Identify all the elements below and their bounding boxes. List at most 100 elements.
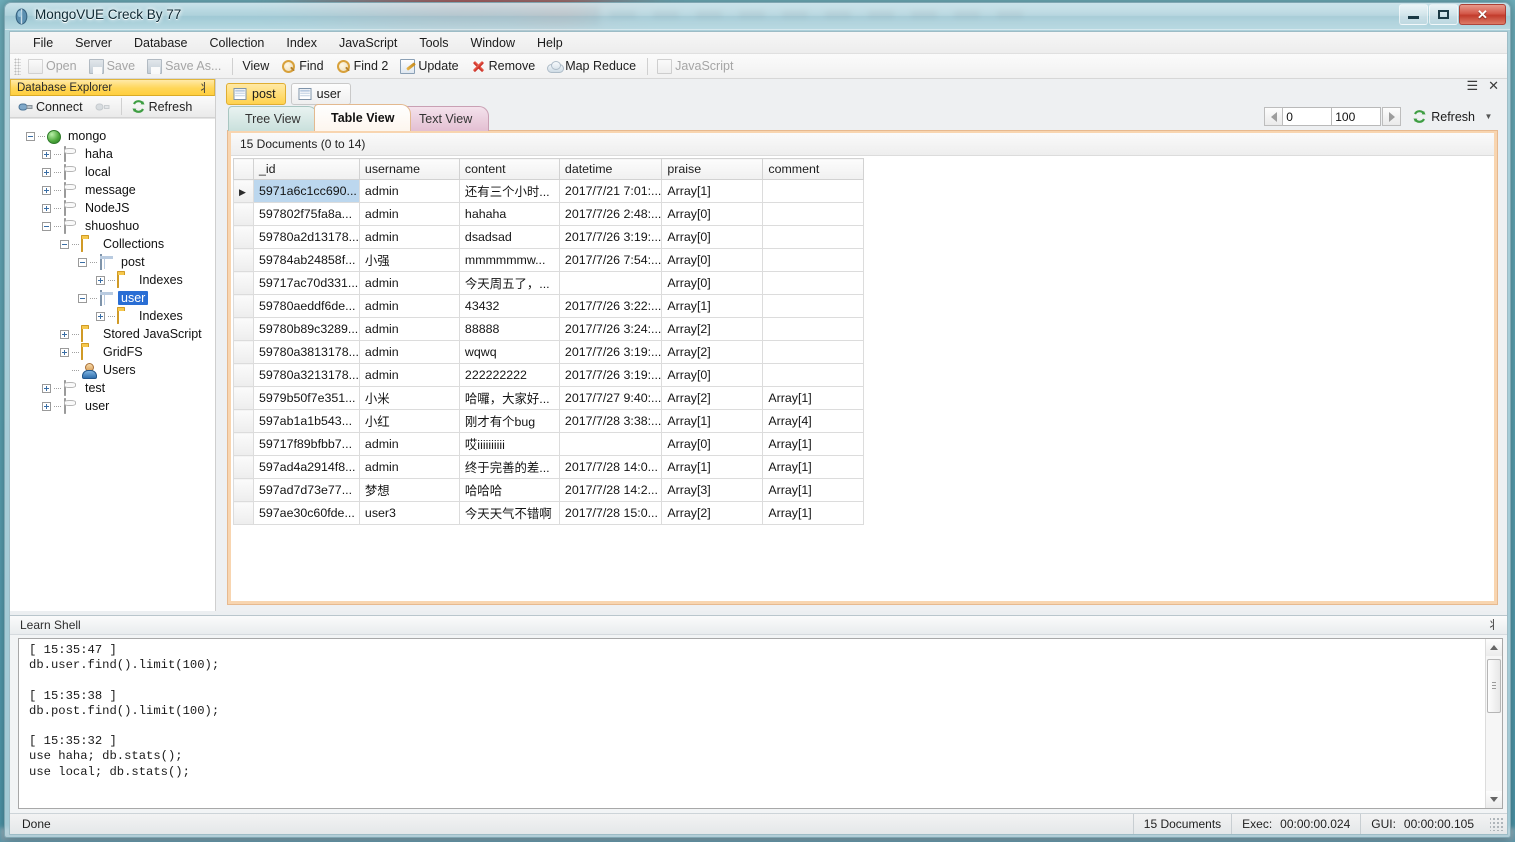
cell-comment[interactable] [762,179,865,203]
cell-datetime[interactable]: 2017/7/26 3:19:... [558,363,663,387]
cell-id[interactable]: 59784ab24858f... [253,248,360,272]
cell-content[interactable]: 88888 [458,317,560,341]
cell-praise[interactable]: Array[2] [661,317,764,341]
tree-node-haha[interactable]: haha [10,145,215,163]
cell-datetime[interactable]: 2017/7/28 15:0... [558,501,663,525]
cell-id[interactable]: 597ad4a2914f8... [253,455,360,479]
tab-list-menu-icon[interactable]: ☰ [1466,79,1478,92]
cell-content[interactable]: dsadsad [458,225,560,249]
toolbar-find-button[interactable]: Find [276,56,330,77]
cell-content[interactable]: 还有三个小时... [458,179,560,203]
cell-content[interactable]: 今天天气不错啊 [458,501,560,525]
tree-node-post[interactable]: post [10,253,215,271]
row-selector[interactable] [233,202,254,226]
cell-id[interactable]: 597ab1a1b543... [253,409,360,433]
shell-vertical-scrollbar[interactable] [1485,639,1502,808]
database-tree[interactable]: mongo haha local message NodeJS shuoshuo… [10,118,215,611]
cell-comment[interactable] [762,271,865,295]
expander-plus-icon[interactable] [96,311,105,321]
menu-collection[interactable]: Collection [199,34,276,52]
toolbar-view-button[interactable]: View [237,56,276,77]
tree-node-gridfs[interactable]: GridFS [10,343,215,361]
cell-username[interactable]: 小米 [358,386,460,410]
table-row[interactable]: 597ab1a1b543... 小红 刚才有个bug 2017/7/28 3:3… [233,409,865,433]
toolbar-remove-button[interactable]: Remove [466,56,543,77]
menu-index[interactable]: Index [275,34,328,52]
learn-shell-body[interactable]: [ 15:35:47 ] db.user.find().limit(100); … [18,638,1503,809]
row-selector[interactable] [233,271,254,295]
expander-minus-icon[interactable] [78,293,87,303]
table-row[interactable]: 59780a3813178... admin wqwq 2017/7/26 3:… [233,340,865,364]
expander-minus-icon[interactable] [60,239,69,249]
expander-plus-icon[interactable] [42,149,51,159]
row-selector[interactable] [233,386,254,410]
row-selector[interactable] [233,501,254,525]
cell-datetime[interactable]: 2017/7/28 14:2... [558,478,663,502]
cell-comment[interactable]: Array[1] [762,478,865,502]
cell-content[interactable]: 222222222 [458,363,560,387]
cell-username[interactable]: admin [358,225,460,249]
tree-node-user-db[interactable]: user [10,397,215,415]
tree-node-collections[interactable]: Collections [10,235,215,253]
row-selector[interactable] [233,363,254,387]
cell-id[interactable]: 59780aeddf6de... [253,294,360,318]
toolbar-find2-button[interactable]: Find 2 [331,56,396,77]
close-tab-icon[interactable]: ✕ [1488,79,1499,92]
tree-node-users[interactable]: Users [10,361,215,379]
expander-minus-icon[interactable] [42,221,51,231]
cell-praise[interactable]: Array[0] [661,432,764,456]
limit-input[interactable] [1332,107,1382,126]
pin-icon[interactable]: 丬 [1487,619,1499,631]
cell-datetime[interactable]: 2017/7/26 3:19:... [558,340,663,364]
cell-id[interactable]: 59717f89bfbb7... [253,432,360,456]
cell-datetime[interactable]: 2017/7/26 3:24:... [558,317,663,341]
cell-content[interactable]: 刚才有个bug [458,409,560,433]
cell-username[interactable]: user3 [358,501,460,525]
connect-button[interactable]: Connect [13,96,90,117]
tab-table-view[interactable]: Table View [314,104,412,131]
cell-id[interactable]: 597802f75fa8a... [253,202,360,226]
row-selector[interactable] [233,317,254,341]
cell-username[interactable]: 小红 [358,409,460,433]
row-selector[interactable] [233,409,254,433]
cell-username[interactable]: admin [358,363,460,387]
cell-praise[interactable]: Array[0] [661,271,764,295]
menu-help[interactable]: Help [526,34,574,52]
tree-node-mongo[interactable]: mongo [10,127,215,145]
expander-plus-icon[interactable] [96,275,105,285]
document-tab-user[interactable]: user [290,82,351,105]
expander-plus-icon[interactable] [42,185,51,195]
cell-id[interactable]: 59780a3213178... [253,363,360,387]
tree-node-test[interactable]: test [10,379,215,397]
column-header-datetime[interactable]: datetime [558,158,663,180]
table-row[interactable]: ▶ 5971a6c1cc690... admin 还有三个小时... 2017/… [233,179,865,203]
cell-content[interactable]: 哈哈哈 [458,478,560,502]
cell-username[interactable]: 梦想 [358,478,460,502]
table-row[interactable]: 59717ac70d331... admin 今天周五了，... Array[0… [233,271,865,295]
menu-window[interactable]: Window [460,34,526,52]
table-row[interactable]: 597ad7d73e77... 梦想 哈哈哈 2017/7/28 14:2...… [233,478,865,502]
cell-datetime[interactable]: 2017/7/28 3:38:... [558,409,663,433]
cell-content[interactable]: 哎iiiiiiiiii [458,432,560,456]
cell-datetime[interactable]: 2017/7/28 14:0... [558,455,663,479]
tree-node-user[interactable]: user [10,289,215,307]
table-row[interactable]: 597802f75fa8a... admin hahaha 2017/7/26 … [233,202,865,226]
table-row[interactable]: 597ad4a2914f8... admin 终于完善的差... 2017/7/… [233,455,865,479]
close-button[interactable]: ✕ [1459,4,1506,25]
minimize-button[interactable] [1399,4,1428,25]
cell-praise[interactable]: Array[0] [661,225,764,249]
cell-content[interactable]: 终于完善的差... [458,455,560,479]
cell-comment[interactable] [762,340,865,364]
tab-tree-view[interactable]: Tree View [228,106,318,131]
row-selector[interactable] [233,432,254,456]
toolbar-javascript-button[interactable]: JavaScript [652,56,740,77]
table-row[interactable]: 59780aeddf6de... admin 43432 2017/7/26 3… [233,294,865,318]
cell-datetime[interactable] [558,271,663,295]
cell-praise[interactable]: Array[1] [661,455,764,479]
cell-content[interactable]: wqwq [458,340,560,364]
tab-text-view[interactable]: Text View [402,106,490,131]
expander-plus-icon[interactable] [42,401,51,411]
cell-praise[interactable]: Array[0] [661,202,764,226]
cell-datetime[interactable]: 2017/7/26 2:48:... [558,202,663,226]
cell-praise[interactable]: Array[1] [661,179,764,203]
